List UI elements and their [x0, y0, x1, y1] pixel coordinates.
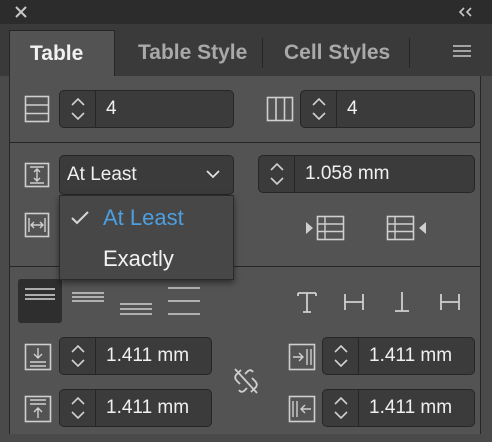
align-center-icon[interactable]: [71, 290, 105, 304]
unlink-insets-icon[interactable]: [232, 366, 260, 396]
top-inset-stepper[interactable]: [60, 338, 96, 374]
bottom-inset-stepper[interactable]: [60, 390, 96, 426]
menu-item-label: Exactly: [103, 246, 174, 271]
left-inset-field[interactable]: 1.411 mm: [322, 389, 475, 427]
checkmark-icon: [71, 211, 89, 225]
rows-value[interactable]: 4: [106, 91, 117, 127]
text-icon[interactable]: [296, 290, 318, 314]
left-inset-stepper[interactable]: [323, 390, 359, 426]
bottom-inset-icon: [24, 395, 52, 423]
stepper-arrows-icon: [71, 97, 85, 121]
row-height-mode-select[interactable]: At Least: [59, 155, 234, 195]
bottom-inset-value[interactable]: 1.411 mm: [106, 390, 189, 426]
columns-icon: [266, 96, 294, 122]
tab-table[interactable]: Table: [9, 30, 115, 76]
distribute-columns-icon[interactable]: [386, 215, 428, 241]
stepper-arrows-icon: [71, 344, 85, 368]
tab-divider: [409, 38, 410, 68]
top-inset-value[interactable]: 1.411 mm: [106, 338, 189, 374]
align-bottom-icon[interactable]: [119, 300, 153, 316]
rows-field[interactable]: 4: [59, 90, 234, 128]
close-icon[interactable]: [12, 3, 30, 21]
align-top-icon: [25, 288, 55, 300]
right-inset-stepper[interactable]: [323, 338, 359, 374]
top-inset-field[interactable]: 1.411 mm: [59, 337, 212, 375]
span-horizontal-icon[interactable]: [439, 292, 461, 312]
tab-table-style[interactable]: Table Style: [138, 30, 247, 76]
justify-vertical-icon[interactable]: [167, 286, 201, 316]
stepper-arrows-icon: [312, 97, 326, 121]
stepper-arrows-icon: [334, 396, 348, 420]
menu-item-at-least[interactable]: At Least: [60, 198, 233, 238]
inset-horizontal-icon[interactable]: [343, 292, 365, 312]
menu-item-label: At Least: [103, 205, 184, 230]
bottom-inset-field[interactable]: 1.411 mm: [59, 389, 212, 427]
columns-value[interactable]: 4: [347, 91, 358, 127]
row-height-mode-menu: At Least Exactly: [59, 195, 234, 280]
chevron-down-icon: [206, 170, 220, 179]
row-height-stepper[interactable]: [259, 156, 295, 192]
row-height-icon: [24, 162, 50, 188]
tab-cell-styles[interactable]: Cell Styles: [284, 30, 390, 76]
columns-stepper[interactable]: [301, 91, 337, 127]
top-inset-icon: [24, 343, 52, 371]
menu-item-exactly[interactable]: Exactly: [60, 239, 233, 279]
row-height-mode-value: At Least: [67, 164, 137, 185]
stepper-arrows-icon: [270, 162, 284, 186]
stepper-arrows-icon: [334, 344, 348, 368]
right-inset-value[interactable]: 1.411 mm: [369, 338, 452, 374]
align-top-button[interactable]: [18, 279, 62, 323]
columns-field[interactable]: 4: [300, 90, 475, 128]
right-inset-field[interactable]: 1.411 mm: [322, 337, 475, 375]
rows-stepper[interactable]: [60, 91, 96, 127]
row-height-value[interactable]: 1.058 mm: [305, 156, 389, 192]
panel-menu-icon[interactable]: [452, 44, 472, 58]
panel-titlebar: [0, 0, 492, 24]
stepper-arrows-icon: [71, 396, 85, 420]
baseline-icon[interactable]: [392, 290, 412, 314]
section-divider: [9, 142, 481, 143]
distribute-rows-icon[interactable]: [304, 215, 346, 241]
row-height-field[interactable]: 1.058 mm: [258, 155, 475, 193]
rows-icon: [24, 95, 50, 123]
tab-bar: Table Table Style Cell Styles: [0, 24, 492, 76]
left-inset-icon: [288, 395, 316, 423]
left-inset-value[interactable]: 1.411 mm: [369, 390, 452, 426]
column-width-icon: [24, 212, 50, 238]
collapse-icon[interactable]: [456, 3, 476, 21]
tab-divider: [262, 38, 263, 68]
right-inset-icon: [288, 343, 316, 371]
